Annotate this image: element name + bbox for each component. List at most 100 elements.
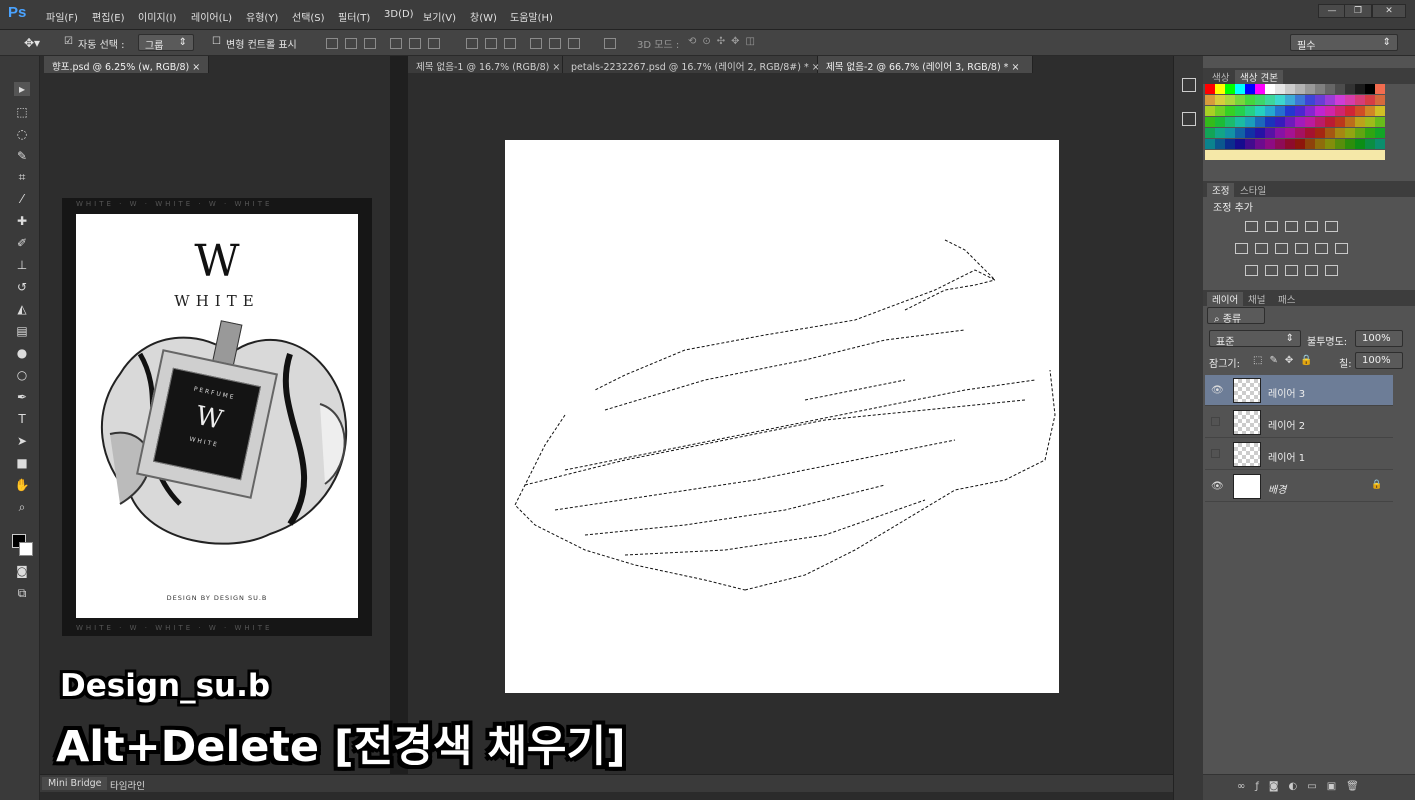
move-tool-icon[interactable]: ▸	[14, 82, 30, 96]
color-swatch[interactable]	[1255, 117, 1265, 127]
menu-type[interactable]: 유형(Y)	[246, 9, 278, 24]
color-swatch[interactable]	[1255, 139, 1265, 149]
color-swatch[interactable]	[1295, 117, 1305, 127]
hand-tool-icon[interactable]: ✋	[14, 478, 30, 492]
fill-input[interactable]: 100%	[1355, 352, 1403, 369]
color-swatch[interactable]	[1365, 106, 1375, 116]
color-swatch[interactable]	[1345, 106, 1355, 116]
align-left-icon[interactable]	[390, 38, 402, 49]
color-swatch[interactable]	[1245, 117, 1255, 127]
color-swatch[interactable]	[1305, 106, 1315, 116]
color-swatch[interactable]	[1245, 84, 1255, 94]
menu-file[interactable]: 파일(F)	[46, 9, 78, 24]
blur-tool-icon[interactable]: ●	[14, 346, 30, 360]
color-swatch[interactable]	[1255, 84, 1265, 94]
color-swatch[interactable]	[1265, 150, 1275, 160]
crop-tool-icon[interactable]: ⌗	[14, 170, 30, 184]
color-swatch[interactable]	[1335, 117, 1345, 127]
history-panel-icon[interactable]	[1182, 78, 1196, 92]
eyedropper-tool-icon[interactable]: ⁄	[14, 192, 30, 206]
layer-row-2[interactable]: 레이어 2	[1205, 407, 1393, 438]
visibility-toggle[interactable]	[1211, 449, 1220, 458]
layer-row-background[interactable]: 👁 배경 🔒	[1205, 471, 1393, 502]
color-swatch[interactable]	[1305, 150, 1315, 160]
color-balance-icon[interactable]	[1255, 243, 1268, 254]
color-swatch[interactable]	[1335, 95, 1345, 105]
tab-color[interactable]: 색상	[1207, 70, 1234, 84]
layer-row-1[interactable]: 레이어 1	[1205, 439, 1393, 470]
color-swatch[interactable]	[1275, 150, 1285, 160]
color-swatch[interactable]	[1315, 139, 1325, 149]
distribute-bottom-icon[interactable]	[504, 38, 516, 49]
color-swatch[interactable]	[1215, 106, 1225, 116]
color-swatch[interactable]	[1205, 139, 1215, 149]
color-swatch[interactable]	[1225, 117, 1235, 127]
clone-stamp-tool-icon[interactable]: ⊥	[14, 258, 30, 272]
panel-divider[interactable]	[390, 56, 408, 776]
color-swatch[interactable]	[1245, 139, 1255, 149]
tab-untitled-1[interactable]: 제목 없음-1 @ 16.7% (RGB/8) ×	[408, 56, 563, 73]
color-swatch[interactable]	[1205, 84, 1215, 94]
brightness-icon[interactable]	[1245, 221, 1258, 232]
blend-mode-dropdown[interactable]: 표준 ⇕	[1209, 330, 1301, 348]
marquee-tool-icon[interactable]: ⬚	[14, 105, 30, 119]
workspace-dropdown[interactable]: 필수 ⇕	[1290, 34, 1398, 52]
visibility-eye-icon[interactable]: 👁	[1211, 385, 1224, 396]
lock-icons[interactable]: ⬚✎✥🔒	[1253, 355, 1320, 366]
color-swatch[interactable]	[1225, 139, 1235, 149]
color-swatch[interactable]	[1235, 139, 1245, 149]
color-swatch[interactable]	[1345, 139, 1355, 149]
color-swatch[interactable]	[1235, 128, 1245, 138]
gradient-tool-icon[interactable]: ▤	[14, 324, 30, 338]
tab-petals-psd[interactable]: petals-2232267.psd @ 16.7% (레이어 2, RGB/8…	[563, 56, 820, 73]
color-swatch[interactable]	[1315, 128, 1325, 138]
color-swatch[interactable]	[1285, 117, 1295, 127]
color-swatch[interactable]	[1265, 128, 1275, 138]
color-swatch[interactable]	[1335, 128, 1345, 138]
color-swatch[interactable]	[1245, 150, 1255, 160]
quick-selection-tool-icon[interactable]: ✎	[14, 149, 30, 163]
background-color-swatch[interactable]	[19, 542, 33, 556]
color-swatch[interactable]	[1315, 95, 1325, 105]
color-swatch[interactable]	[1355, 84, 1365, 94]
gradient-map-icon[interactable]	[1305, 265, 1318, 276]
auto-select-dropdown[interactable]: 그룹 ⇕	[138, 34, 194, 52]
color-swatch[interactable]	[1355, 106, 1365, 116]
color-swatch[interactable]	[1205, 95, 1215, 105]
color-swatch[interactable]	[1375, 139, 1385, 149]
threshold-icon[interactable]	[1285, 265, 1298, 276]
eraser-tool-icon[interactable]: ◭	[14, 302, 30, 316]
color-swatch[interactable]	[1375, 106, 1385, 116]
layers-footer-icons[interactable]: ∞ƒ◙◐▭▣🗑	[1203, 774, 1415, 800]
color-swatch[interactable]	[1235, 150, 1245, 160]
auto-align-icon[interactable]	[604, 38, 616, 49]
minimize-button[interactable]: —	[1318, 4, 1346, 18]
distribute-top-icon[interactable]	[466, 38, 478, 49]
color-swatch[interactable]	[1345, 128, 1355, 138]
color-swatch[interactable]	[1345, 150, 1355, 160]
color-swatch[interactable]	[1265, 139, 1275, 149]
tab-adjustments[interactable]: 조정	[1207, 183, 1235, 197]
color-swatch[interactable]	[1375, 84, 1385, 94]
color-swatch[interactable]	[1375, 117, 1385, 127]
color-swatch[interactable]	[1325, 95, 1335, 105]
tab-perfume-psd[interactable]: 향포.psd @ 6.25% (w, RGB/8) ×	[44, 56, 210, 73]
color-swatch[interactable]	[1275, 139, 1285, 149]
layer-row-3[interactable]: 👁 레이어 3	[1205, 375, 1393, 406]
menu-filter[interactable]: 필터(T)	[338, 9, 370, 24]
align-top-icon[interactable]	[326, 38, 338, 49]
tab-layers[interactable]: 레이어	[1207, 292, 1244, 306]
color-swatch[interactable]	[1295, 84, 1305, 94]
align-vcenter-icon[interactable]	[345, 38, 357, 49]
distribute-right-icon[interactable]	[568, 38, 580, 49]
color-swatch[interactable]	[1325, 117, 1335, 127]
color-swatch[interactable]	[1375, 128, 1385, 138]
color-swatch[interactable]	[1225, 106, 1235, 116]
distribute-left-icon[interactable]	[530, 38, 542, 49]
menu-layer[interactable]: 레이어(L)	[191, 9, 232, 24]
color-swatch[interactable]	[1275, 117, 1285, 127]
color-swatch[interactable]	[1265, 84, 1275, 94]
color-swatch[interactable]	[1215, 139, 1225, 149]
color-swatch[interactable]	[1295, 139, 1305, 149]
menu-3d[interactable]: 3D(D)	[384, 9, 414, 20]
